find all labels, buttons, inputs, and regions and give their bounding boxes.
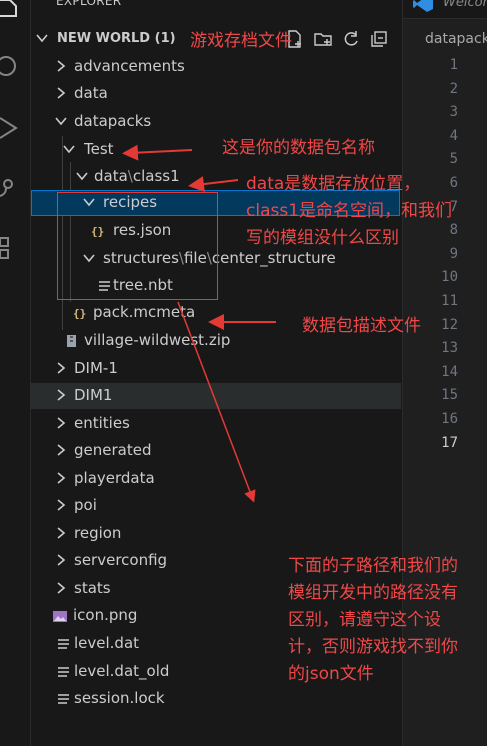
tree-folder[interactable]: DIM-1 [31,356,401,382]
tree-item-label: entities [74,414,130,432]
chevron-right-icon [57,582,66,594]
tree-file[interactable]: session.lock [31,686,401,712]
tree-item-label: DIM-1 [74,359,118,377]
tree-folder[interactable]: poi [31,493,401,519]
new-folder-icon[interactable] [313,29,333,49]
tree-item-label: Test [84,140,114,158]
tree-item-label: session.lock [74,689,165,707]
chevron-down-icon [55,117,67,126]
line-number: 14 [441,363,458,380]
tree-folder[interactable]: playerdata [31,466,401,492]
chevron-right-icon [57,60,66,72]
annotation-data-location: data是数据存放位置，class1是命名空间，和我们写的模组没什么区别 [246,174,453,248]
line-number: 3 [449,104,458,121]
tree-item-label: advancements [74,57,185,75]
chevron-right-icon [57,554,66,566]
line-number: 5 [449,151,458,168]
image-file-icon [53,611,67,622]
tree-item-label: stats [74,579,111,597]
tree-folder[interactable]: advancements [31,54,401,80]
line-number: 11 [441,292,458,309]
annotation-box [57,192,218,300]
workspace-root-label: NEW WORLD (1) [57,31,176,46]
tab-label: Welcom [443,0,487,10]
tree-item-label: datapacks [74,112,152,130]
tree-item-label: pack.mcmeta [93,303,196,321]
tree-folder[interactable]: data [31,81,401,107]
zip-file-icon [67,335,76,347]
line-number: 4 [449,127,458,144]
tree-folder[interactable]: entities [31,411,401,437]
file-lines-icon [58,667,69,677]
extensions-icon[interactable] [0,236,20,260]
json-file-icon: {} [73,307,86,320]
tree-item-label: generated [74,441,152,459]
tree-item-label: data [74,84,108,102]
run-debug-icon[interactable] [0,116,20,140]
search-icon[interactable] [0,54,20,78]
chevron-right-icon [57,362,66,374]
annotation-subpath-note: 下面的子路径和我们的模组开发中的路径没有区别，请遵守这个设计，否则游戏找不到你的… [288,556,458,684]
tree-item-label: poi [74,496,97,514]
tree-item-label: data\class1 [94,167,180,185]
activity-bar [0,0,31,746]
tree-item-label: village-wildwest.zip [84,331,231,349]
chevron-right-icon [57,444,66,456]
annotation-pack-desc: 数据包描述文件 [302,316,421,336]
explorer-title: EXPLORER [56,0,122,8]
tree-item-label: icon.png [73,606,138,624]
line-number: 12 [441,316,458,333]
line-number: 16 [441,410,458,427]
tree-item-label: region [74,524,122,542]
source-control-icon[interactable] [0,176,20,200]
chevron-down-icon [76,172,88,181]
file-lines-icon [58,694,69,704]
chevron-right-icon [57,87,66,99]
tree-folder[interactable]: generated [31,438,401,464]
chevron-right-icon [57,389,66,401]
annotation-pack-name: 这是你的数据包名称 [222,138,375,158]
tree-item-label: level.dat [74,634,140,652]
file-lines-icon [58,639,69,649]
explorer-actions [285,29,389,49]
line-number: 1 [449,57,458,73]
line-number: 10 [441,269,458,286]
chevron-right-icon [57,499,66,511]
refresh-icon[interactable] [341,29,361,49]
line-numbers: 1 2 3 4 5 6 7 8 9 10 11 12 13 14 15 16 17 [441,54,458,455]
tree-folder[interactable]: datapacks [31,109,401,135]
line-number: 13 [441,340,458,357]
chevron-down-icon [36,34,48,43]
tab-welcome[interactable]: Welcom [403,0,487,19]
chevron-right-icon [57,472,66,484]
tree-folder[interactable]: DIM1 [31,383,401,409]
svg-text:{}: {} [73,307,86,320]
tree-item-label: DIM1 [74,386,113,404]
line-number: 17 [441,434,458,451]
annotation-save-file: 游戏存档文件 [190,31,292,51]
files-icon[interactable] [0,0,20,20]
collapse-all-icon[interactable] [369,29,389,49]
tree-item-label: level.dat_old [74,662,170,680]
chevron-down-icon [63,145,75,154]
line-number: 2 [449,80,458,97]
chevron-right-icon [57,527,66,539]
tree-item-label: playerdata [74,469,155,487]
chevron-right-icon [57,417,66,429]
tree-item-label: serverconfig [74,551,168,569]
vscode-logo-icon [413,0,433,12]
tree-folder[interactable]: region [31,521,401,547]
breadcrumb[interactable]: datapack [425,31,487,47]
line-number: 15 [441,387,458,404]
